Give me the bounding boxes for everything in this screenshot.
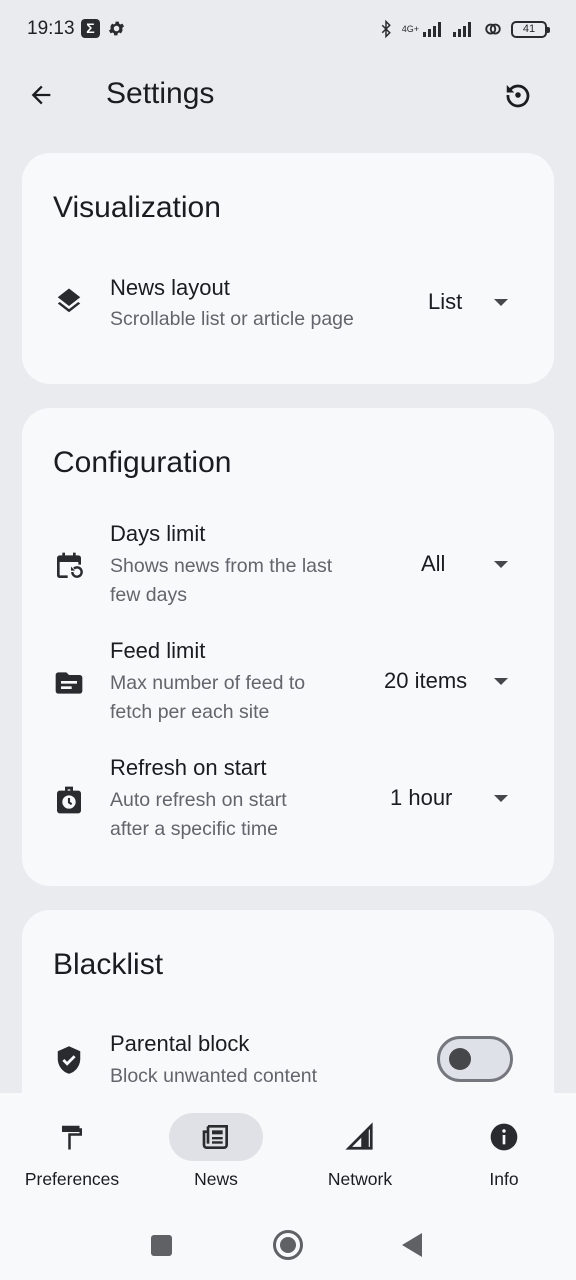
bluetooth-icon [381, 19, 391, 39]
days-limit-value[interactable]: All [421, 551, 445, 577]
days-limit-subtitle-1: Shows news from the last [110, 555, 333, 577]
days-limit-subtitle-2: few days [110, 584, 187, 606]
nav-label-preferences: Preferences [24, 1169, 120, 1189]
nav-pill [457, 1113, 551, 1161]
parental-block-title: Parental block [110, 1031, 250, 1056]
feed-limit-title: Feed limit [110, 638, 206, 663]
page-title: Settings [106, 77, 215, 110]
refresh-on-start-title: Refresh on start [110, 755, 267, 780]
link-icon [485, 23, 501, 35]
signal-icon [345, 1122, 373, 1150]
network-type: 4G+ [401, 24, 419, 34]
feed-limit-setting[interactable]: Feed limit Max number of feed to fetch p… [22, 635, 554, 735]
home-button[interactable] [273, 1230, 303, 1260]
restore-defaults-button[interactable] [497, 74, 539, 116]
cell-signal-icon [423, 22, 441, 37]
refresh-on-start-subtitle-1: Auto refresh on start [110, 789, 287, 811]
section-title-configuration: Configuration [53, 446, 232, 479]
status-bar: 19:13 Σ 4G+ 41 [0, 0, 576, 58]
newspaper-icon [202, 1125, 228, 1149]
paint-roller-icon [62, 1125, 82, 1150]
news-layout-subtitle: Scrollable list or article page [110, 308, 354, 330]
restore-icon [506, 84, 530, 108]
visualization-card: Visualization News layout Scrollable lis… [22, 153, 554, 384]
nav-label-network: Network [327, 1169, 393, 1189]
nav-label-info: Info [489, 1169, 519, 1189]
parental-block-toggle[interactable] [437, 1036, 513, 1082]
feed-box-icon [51, 665, 87, 701]
nav-pill [313, 1113, 407, 1161]
dropdown-arrow-icon[interactable] [494, 795, 508, 802]
dropdown-arrow-icon[interactable] [494, 299, 508, 306]
status-time: 19:13 [27, 18, 75, 39]
toggle-knob [449, 1048, 471, 1070]
news-layout-setting[interactable]: News layout Scrollable list or article p… [22, 265, 554, 345]
section-title-visualization: Visualization [53, 191, 221, 224]
section-title-blacklist: Blacklist [53, 948, 164, 981]
gear-icon [107, 19, 126, 43]
nav-item-news[interactable]: News [144, 1093, 288, 1208]
news-layout-title: News layout [110, 275, 230, 300]
arrow-back-icon [31, 85, 51, 105]
feed-limit-value[interactable]: 20 items [384, 668, 467, 694]
dropdown-arrow-icon[interactable] [494, 678, 508, 685]
info-icon [490, 1123, 518, 1151]
feed-limit-subtitle-2: fetch per each site [110, 701, 270, 723]
top-app-bar: Settings [0, 58, 576, 130]
calendar-refresh-icon [51, 548, 87, 584]
shield-check-icon [51, 1042, 87, 1078]
refresh-on-start-subtitle-2: after a specific time [110, 818, 278, 840]
system-navigation-bar [0, 1208, 576, 1280]
nav-item-network[interactable]: Network [288, 1093, 432, 1208]
recents-button[interactable] [151, 1235, 172, 1256]
nav-item-info[interactable]: Info [432, 1093, 576, 1208]
parental-block-subtitle: Block unwanted content [110, 1065, 318, 1087]
configuration-card: Configuration Days limit Shows news from… [22, 408, 554, 886]
nav-pill-active [169, 1113, 263, 1161]
nav-item-preferences[interactable]: Preferences [0, 1093, 144, 1208]
nav-pill [25, 1113, 119, 1161]
sigma-icon: Σ [81, 19, 100, 38]
battery-icon: 41 [511, 20, 550, 38]
dropdown-arrow-icon[interactable] [494, 561, 508, 568]
nav-label-news: News [194, 1169, 238, 1189]
refresh-on-start-setting[interactable]: Refresh on start Auto refresh on start a… [22, 752, 554, 852]
system-back-button[interactable] [402, 1233, 422, 1257]
days-limit-title: Days limit [110, 521, 206, 546]
refresh-on-start-value[interactable]: 1 hour [390, 785, 452, 811]
feed-limit-subtitle-1: Max number of feed to [110, 672, 306, 694]
back-button[interactable] [20, 74, 62, 116]
clock-box-icon [51, 782, 87, 818]
days-limit-setting[interactable]: Days limit Shows news from the last few … [22, 518, 554, 618]
layers-icon [51, 283, 87, 319]
bottom-navigation: Preferences News Network Info [0, 1093, 576, 1208]
cell-signal-2-icon [453, 22, 471, 37]
status-icons: 4G+ 41 [377, 18, 550, 40]
news-layout-value[interactable]: List [428, 289, 462, 315]
